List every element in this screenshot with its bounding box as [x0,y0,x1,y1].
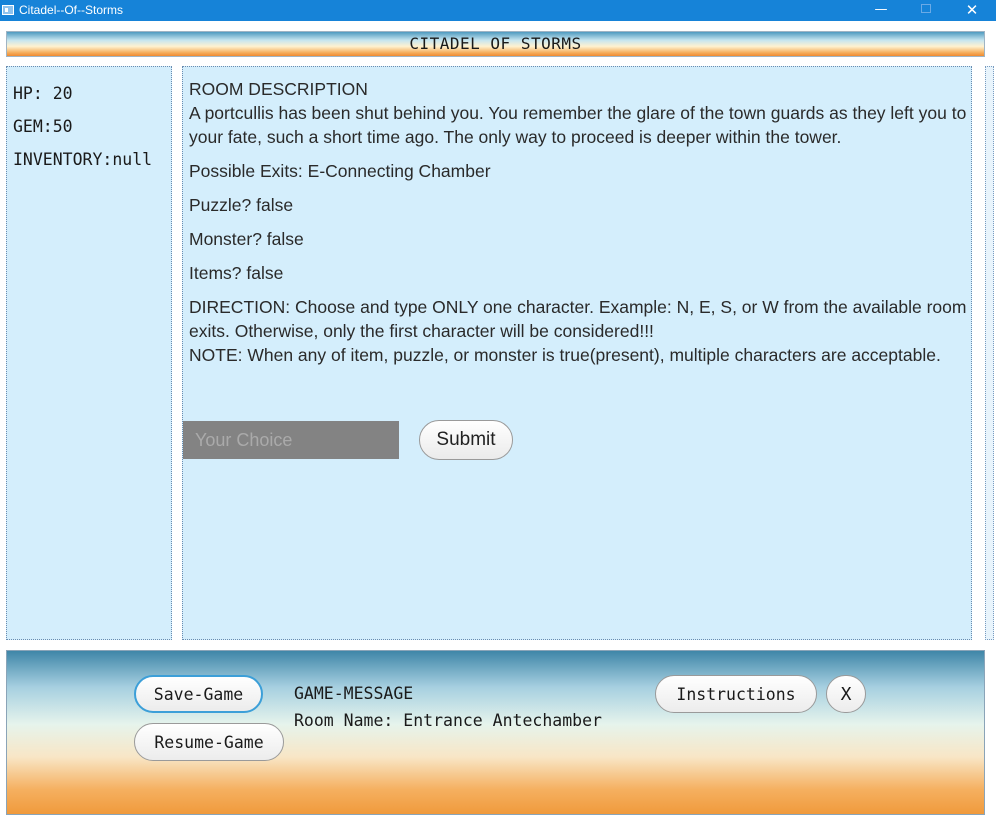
title-banner: CITADEL OF STORMS [6,31,985,57]
window-title: Citadel--Of--Storms [19,3,124,17]
window-close-button[interactable]: ✕ [949,0,995,21]
puzzle-status: Puzzle? false [189,195,294,215]
room-name-message: Room Name: Entrance Antechamber [294,711,602,730]
room-description-panel: ROOM DESCRIPTION A portcullis has been s… [182,66,972,640]
items-status: Items? false [189,263,284,283]
stats-panel: HP: 20 GEM:50 INVENTORY:null [6,66,172,640]
game-message-title: GAME-MESSAGE [294,684,414,703]
app-icon [2,5,14,15]
minimize-button[interactable]: — [858,0,904,21]
window-title-bar: Citadel--Of--Storms — ✕ [0,0,996,21]
resume-game-button[interactable]: Resume-Game [134,723,284,761]
maximize-button[interactable] [903,0,949,21]
direction-instructions: DIRECTION: Choose and type ONLY one char… [189,297,967,341]
inventory-stat: INVENTORY:null [13,150,153,169]
room-heading: ROOM DESCRIPTION [189,79,368,99]
hp-stat: HP: 20 [13,84,73,103]
note-text: NOTE: When any of item, puzzle, or monst… [189,345,941,365]
room-description: A portcullis has been shut behind you. Y… [189,103,967,147]
choice-row: Submit [183,420,583,461]
choice-input[interactable] [183,421,399,459]
gem-stat: GEM:50 [13,117,73,136]
app-frame: CITADEL OF STORMS HP: 20 GEM:50 INVENTOR… [0,21,996,818]
exit-game-button[interactable]: X [826,675,866,713]
maximize-icon [921,4,931,13]
side-scroll-strip[interactable] [985,66,994,640]
save-game-button[interactable]: Save-Game [134,675,263,713]
monster-status: Monster? false [189,229,304,249]
submit-button[interactable]: Submit [419,420,513,460]
instructions-button[interactable]: Instructions [655,675,817,713]
game-title: CITADEL OF STORMS [409,34,582,53]
possible-exits: Possible Exits: E-Connecting Chamber [189,161,491,181]
bottom-control-bar: Save-Game Resume-Game GAME-MESSAGE Room … [6,650,985,815]
